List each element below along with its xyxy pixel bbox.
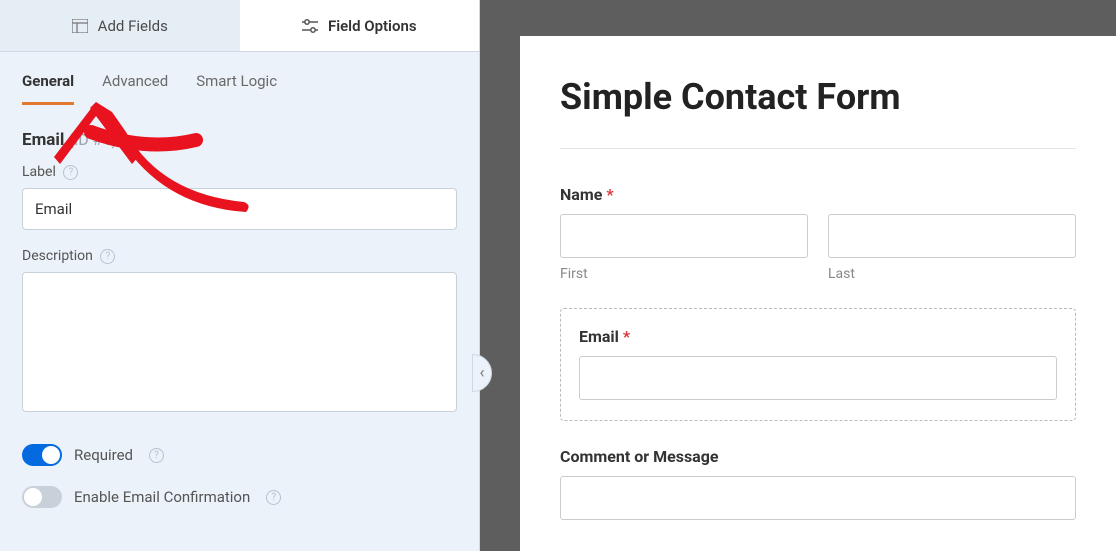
tab-add-fields-label: Add Fields — [98, 17, 168, 35]
tab-add-fields[interactable]: Add Fields — [0, 0, 240, 51]
collapse-sidebar-button[interactable] — [472, 354, 492, 392]
field-id-text: (ID #1) — [68, 130, 117, 149]
email-field-selected[interactable]: Email* — [560, 308, 1076, 421]
email-confirmation-toggle[interactable] — [22, 486, 62, 508]
name-field-label: Name — [560, 185, 602, 204]
required-toggle[interactable] — [22, 444, 62, 466]
form-title: Simple Contact Form — [560, 76, 1076, 118]
label-input[interactable] — [22, 188, 457, 230]
divider — [560, 148, 1076, 149]
label-heading: Label — [22, 164, 56, 180]
last-name-sublabel: Last — [828, 266, 1076, 282]
subtab-smart-logic[interactable]: Smart Logic — [196, 72, 277, 105]
subtab-general[interactable]: General — [22, 72, 74, 105]
last-name-input[interactable] — [828, 214, 1076, 258]
description-heading: Description — [22, 248, 93, 264]
tab-field-options[interactable]: Field Options — [240, 0, 480, 51]
email-confirmation-label: Enable Email Confirmation — [74, 488, 250, 506]
comment-input[interactable] — [560, 476, 1076, 520]
help-icon[interactable]: ? — [63, 165, 78, 180]
required-asterisk: * — [606, 185, 613, 204]
field-options-title: Email — [22, 130, 64, 150]
required-label: Required — [74, 446, 133, 464]
first-name-input[interactable] — [560, 214, 808, 258]
field-options-icon — [302, 18, 318, 34]
email-field-label: Email — [579, 327, 619, 346]
description-input[interactable] — [22, 272, 457, 412]
add-fields-icon — [72, 18, 88, 34]
tab-field-options-label: Field Options — [328, 17, 417, 35]
comment-field-label: Comment or Message — [560, 447, 1076, 466]
first-name-sublabel: First — [560, 266, 808, 282]
form-preview-canvas: Simple Contact Form Name* First Last Ema… — [520, 36, 1116, 551]
subtab-advanced[interactable]: Advanced — [102, 72, 168, 105]
email-input[interactable] — [579, 356, 1057, 400]
help-icon[interactable]: ? — [100, 249, 115, 264]
required-asterisk: * — [623, 327, 630, 346]
help-icon[interactable]: ? — [266, 490, 281, 505]
help-icon[interactable]: ? — [149, 448, 164, 463]
